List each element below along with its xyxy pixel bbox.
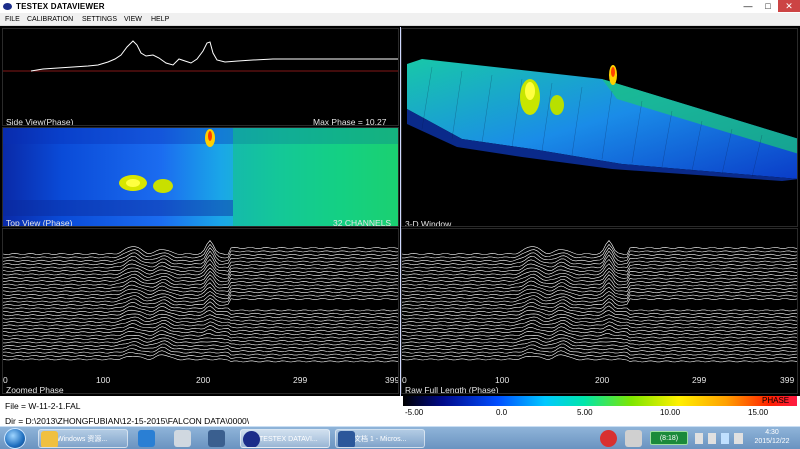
- raw-tick-0: 0: [402, 375, 407, 385]
- menu-settings[interactable]: SETTINGS: [82, 13, 117, 26]
- app-window: TESTEX DATAVIEWER — □ ✕ FILE CALIBRATION…: [0, 0, 800, 426]
- close-button[interactable]: ✕: [778, 0, 800, 12]
- waterfall-trace: [3, 274, 398, 286]
- eye-icon: [3, 3, 12, 10]
- waterfall-trace: [402, 240, 797, 255]
- waterfall-trace: [402, 323, 797, 332]
- menu-calibration[interactable]: CALIBRATION: [27, 13, 73, 26]
- waterfall-trace: [3, 247, 398, 262]
- colorbar-tick-10: 10.00: [660, 408, 681, 417]
- three-d-panel[interactable]: 3-D Window: [401, 28, 798, 227]
- window-title: TESTEX DATAVIEWER: [16, 2, 105, 11]
- colorbar-tick-neg5: -5.00: [405, 408, 424, 417]
- colorbar-tick-15: 15.00: [748, 408, 769, 417]
- zoomed-tick-200: 200: [196, 375, 211, 385]
- side-view-plot: [3, 40, 398, 72]
- raw-tick-200: 200: [595, 375, 610, 385]
- dir-path: Dir = D:\2013\ZHONGFUBIAN\12-15-2015\FAL…: [5, 416, 250, 426]
- maximize-button[interactable]: □: [758, 0, 778, 12]
- minimize-button[interactable]: —: [738, 0, 758, 12]
- waterfall-trace: [3, 323, 398, 332]
- waterfall-trace: [3, 243, 398, 259]
- taskbar-item-word[interactable]: 文档 1 - Micros...: [335, 429, 425, 448]
- waterfall-trace: [402, 277, 797, 289]
- taskbar-item-label: Windows 资源...: [57, 436, 108, 443]
- waterfall-trace: [3, 240, 398, 255]
- clock[interactable]: 4:30 2015/12/22: [748, 428, 796, 446]
- raw-tick-399: 399: [780, 375, 795, 385]
- waterfall-trace: [402, 282, 797, 293]
- raw-panel[interactable]: 0 100 200 299 399 Raw Full Length (Phase…: [401, 228, 798, 394]
- waterfall-trace: [3, 343, 398, 353]
- eye-icon: [243, 431, 260, 447]
- waterfall-trace: [3, 301, 398, 312]
- channel-count: 32 CHANNELS: [333, 218, 392, 227]
- waterfall-trace: [402, 243, 797, 259]
- waterfall-trace: [3, 277, 398, 289]
- waterfall-trace: [402, 301, 797, 312]
- input-method-icon[interactable]: [625, 430, 642, 447]
- menu-view[interactable]: VIEW: [124, 13, 142, 26]
- menu-bar: FILE CALIBRATION SETTINGS VIEW HELP: [0, 13, 800, 26]
- raw-tick-100: 100: [495, 375, 510, 385]
- zoomed-tick-299: 299: [293, 375, 308, 385]
- waterfall-trace: [3, 267, 398, 279]
- waterfall-trace: [402, 247, 797, 262]
- menu-file[interactable]: FILE: [5, 13, 20, 26]
- tray-icon-2[interactable]: [708, 433, 716, 444]
- waterfall-trace: [402, 274, 797, 286]
- zoomed-tick-100: 100: [96, 375, 111, 385]
- network-icon[interactable]: [208, 430, 225, 447]
- three-d-label: 3-D Window: [405, 219, 452, 227]
- network-tray-icon[interactable]: [721, 433, 729, 444]
- title-bar: TESTEX DATAVIEWER — □ ✕: [0, 0, 800, 13]
- calculator-icon[interactable]: [174, 430, 191, 447]
- taskbar-item-label: 文档 1 - Micros...: [354, 436, 407, 443]
- panel-divider: [400, 27, 401, 397]
- battery-indicator[interactable]: (8:18): [650, 431, 688, 445]
- taskbar-item-label: TESTEX DATAVI...: [259, 436, 318, 443]
- raw-waterfall: [402, 240, 797, 363]
- waterfall-trace: [3, 282, 398, 293]
- zoomed-label: Zoomed Phase: [6, 385, 64, 394]
- waterfall-trace: [402, 343, 797, 353]
- zoomed-waterfall: [3, 240, 398, 363]
- taskbar: Windows 资源... TESTEX DATAVI... 文档 1 - Mi…: [0, 426, 800, 449]
- top-view-heatmap: [3, 128, 398, 226]
- max-phase-readout: Max Phase = 10.27: [313, 117, 387, 126]
- side-view-label: Side View(Phase): [6, 117, 74, 126]
- start-button[interactable]: [4, 428, 26, 449]
- clock-time: 4:30: [765, 429, 779, 436]
- colorbar-tick-0: 0.0: [496, 408, 508, 417]
- colorbar-tick-5: 5.00: [577, 408, 593, 417]
- volume-icon[interactable]: [734, 433, 743, 444]
- word-icon: [338, 431, 355, 447]
- raw-label: Raw Full Length (Phase): [405, 385, 499, 394]
- top-view-label: Top View (Phase): [6, 218, 73, 227]
- zoomed-tick-0: 0: [3, 375, 8, 385]
- file-path: File = W-11-2-1.FAL: [5, 401, 81, 411]
- taskbar-item-testex[interactable]: TESTEX DATAVI...: [240, 429, 330, 448]
- colorbar-title: PHASE: [762, 396, 790, 405]
- antivirus-icon[interactable]: [600, 430, 617, 447]
- waterfall-trace: [402, 346, 797, 356]
- tray-icon-1[interactable]: [695, 433, 703, 444]
- clock-date: 2015/12/22: [754, 438, 790, 445]
- waterfall-trace: [402, 267, 797, 279]
- zoomed-tick-399: 399: [385, 375, 399, 385]
- folder-icon: [41, 431, 58, 447]
- raw-tick-299: 299: [692, 375, 707, 385]
- zoomed-panel[interactable]: 0 100 200 299 399 Zoomed Phase: [2, 228, 399, 394]
- taskbar-item-explorer[interactable]: Windows 资源...: [38, 429, 128, 448]
- top-view-panel[interactable]: Top View (Phase) 32 CHANNELS: [2, 127, 399, 227]
- ie-icon[interactable]: [138, 430, 155, 447]
- phase-colorbar: [403, 396, 797, 406]
- waterfall-trace: [3, 346, 398, 356]
- menu-help[interactable]: HELP: [151, 13, 169, 26]
- three-d-plot: [407, 59, 797, 181]
- side-view-panel[interactable]: Side View(Phase) Max Phase = 10.27: [2, 28, 399, 126]
